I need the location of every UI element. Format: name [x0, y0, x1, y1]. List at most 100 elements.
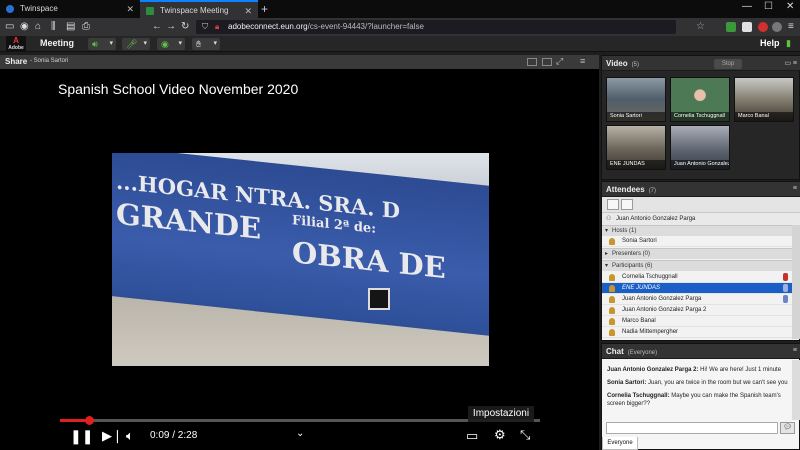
adobe-logo: A Adobe	[6, 36, 26, 52]
webcam-tile[interactable]: ENE JUNDAS	[606, 125, 666, 170]
chat-tab-everyone[interactable]: Everyone	[602, 437, 638, 450]
maximize-icon[interactable]: ☐	[764, 1, 773, 12]
url-path: /cs-event-94443/?launcher=false	[307, 22, 424, 31]
chat-send-button[interactable]: 💬︎	[780, 422, 795, 434]
url-bar[interactable]: ⛉ 🔒︎ adobeconnect.eun.org/cs-event-94443…	[196, 20, 676, 34]
attendee-row[interactable]: Sonia Sartori	[602, 236, 792, 247]
share-fit-icon[interactable]	[542, 58, 552, 66]
list-view-icon[interactable]	[607, 199, 619, 210]
menu-icon[interactable]: ≡	[788, 20, 794, 34]
close-tab-icon[interactable]: ✕	[126, 0, 134, 18]
exit-fullscreen-icon[interactable]: ⤡	[520, 428, 530, 442]
tab-twinspace-meeting[interactable]: Twinspace Meeting %2394443 ✕	[140, 0, 258, 33]
share-layout-icon[interactable]	[527, 58, 537, 66]
attendees-pod: Attendees (7) ≡ ⚇ Juan Antonio Gonzalez P…	[601, 181, 800, 341]
help-menu[interactable]: Help	[760, 38, 780, 48]
shield-icon: ⛉	[202, 22, 208, 31]
attendee-name: Marco Banal	[622, 318, 656, 324]
pod-menu-icon[interactable]: ≡	[793, 185, 797, 192]
participant-icon	[609, 307, 615, 314]
attendee-name: Juan Antonio Gonzalez Parga	[622, 296, 702, 302]
stop-video-button[interactable]: Stop	[714, 59, 742, 69]
new-tab-icon[interactable]: +	[261, 2, 268, 16]
connection-status-icon: ▮	[786, 38, 791, 48]
video-progress-handle[interactable]	[85, 416, 95, 425]
chevron-down-icon[interactable]: ⌄	[296, 427, 304, 441]
chat-message: Sonia Sartori: Juan, you are twice in th…	[607, 380, 788, 386]
attendee-row[interactable]: Juan Antonio Gonzalez Parga	[602, 294, 792, 305]
user-icon: ⚇	[606, 216, 612, 222]
settings-tooltip: Impostazioni	[468, 406, 534, 422]
extension-grey-icon[interactable]	[742, 22, 752, 32]
tab-list-icon[interactable]: ▭	[5, 20, 14, 34]
webcam-tile[interactable]: Juan Antonio Gonzalez	[670, 125, 730, 170]
hosts-section-label: Hosts (1)	[612, 228, 637, 234]
pod-menu-icon[interactable]: ▭ ≡	[784, 59, 797, 67]
reload-icon[interactable]: ↻	[181, 20, 189, 34]
forward-icon[interactable]: →	[166, 20, 176, 34]
raise-hand-button[interactable]: ✋︎ ▾	[192, 38, 220, 50]
chat-message: Juan Antonio Gonzalez Parga 2: Hi! We ar…	[607, 367, 782, 373]
print-icon[interactable]: ⎙	[82, 20, 90, 34]
window-close-icon[interactable]: ✕	[786, 1, 794, 12]
volume-icon[interactable]: 🔈︎	[126, 429, 134, 443]
attendee-row[interactable]: ENE JUNDAS	[602, 283, 792, 294]
chevron-right-icon: ▸	[605, 251, 609, 257]
attendees-scrollbar[interactable]	[792, 225, 800, 339]
library-icon[interactable]: ⫼	[51, 20, 56, 34]
webcam-tile[interactable]: Cornelia Tschuggnall	[670, 77, 730, 122]
chat-scrollbar[interactable]	[792, 360, 800, 420]
sort-icon[interactable]	[621, 199, 633, 210]
attendee-row[interactable]: Nadia Mittempergher	[602, 327, 792, 338]
video-frame[interactable]: ...HOGAR NTRA. SRA. D GRANDE Filial 2ª d…	[112, 153, 489, 366]
fullscreen-icon[interactable]: ⤢	[556, 56, 563, 67]
extension-green-icon[interactable]	[726, 22, 736, 32]
video-title: Spanish School Video November 2020	[58, 81, 299, 97]
speaker-icon: 🔊︎	[92, 39, 98, 49]
hosts-section[interactable]: ▾ Hosts (1)	[602, 225, 792, 236]
minimize-icon[interactable]: —	[742, 1, 752, 12]
chat-pod-header: Chat (Everyone) ≡	[602, 344, 800, 359]
webcam-tile[interactable]: Sonia Sartori	[606, 77, 666, 122]
attendees-pod-header: Attendees (7) ≡	[602, 182, 800, 197]
settings-gear-icon[interactable]: ⚙	[494, 428, 506, 442]
participants-section[interactable]: ▾ Participants (6)	[602, 260, 792, 271]
account-icon[interactable]: ◉	[20, 20, 29, 34]
tab-twinspace[interactable]: Twinspace ✕	[0, 0, 140, 18]
attendee-row[interactable]: Juan Antonio Gonzalez Parga 2	[602, 305, 792, 316]
chat-pod: Chat (Everyone) ≡ Juan Antonio Gonzalez P…	[601, 343, 800, 450]
participant-icon	[609, 296, 615, 303]
extension-circle-icon[interactable]	[772, 22, 782, 32]
webcam-name: Sonia Sartori	[607, 112, 665, 121]
attendee-name: Juan Antonio Gonzalez Parga 2	[622, 307, 707, 313]
speech-bubble-icon: 💬︎	[783, 424, 792, 431]
attendees-pod-title: Attendees (7)	[606, 185, 657, 194]
pod-menu-icon[interactable]: ≡	[793, 347, 797, 354]
webcam-button[interactable]: ◉ ▾	[157, 38, 185, 50]
reader-icon[interactable]: ▤	[66, 20, 75, 34]
microphone-button[interactable]: 🎤︎ ▾	[122, 38, 150, 50]
insecure-lock-icon: 🔒︎	[215, 22, 220, 31]
meeting-menu[interactable]: Meeting	[40, 38, 74, 48]
chevron-down-icon: ▾	[143, 40, 147, 47]
attendee-row[interactable]: Cornelia Tschuggnall	[602, 272, 792, 283]
presenters-section-label: Presenters (0)	[612, 251, 651, 257]
next-icon[interactable]: ▶❘	[102, 429, 123, 443]
current-user-row[interactable]: ⚇ Juan Antonio Gonzalez Parga	[602, 213, 800, 225]
video-pod: Video (5) Stop ▭ ≡ Sonia Sartori Cornelia…	[601, 55, 800, 180]
subtitles-icon[interactable]: ▭	[466, 429, 478, 443]
webcam-tile[interactable]: Marco Banal	[734, 77, 794, 122]
presenters-section[interactable]: ▸ Presenters (0)	[602, 248, 792, 259]
speaker-button[interactable]: 🔊︎ ▾	[88, 38, 116, 50]
pod-menu-icon[interactable]: ≡	[580, 56, 585, 66]
ublock-icon[interactable]	[758, 22, 768, 32]
microphone-icon: 🎤︎	[126, 39, 138, 49]
wall-lamp	[368, 288, 390, 310]
pause-icon[interactable]: ❚❚	[70, 429, 93, 443]
bookmark-star-icon[interactable]: ☆	[696, 20, 705, 34]
attendee-row[interactable]: Marco Banal	[602, 316, 792, 327]
home-icon[interactable]: ⌂	[35, 20, 41, 34]
chat-input[interactable]	[606, 422, 778, 434]
video-timecode: 0:09 / 2:28	[150, 430, 198, 441]
back-icon[interactable]: ←	[152, 20, 162, 34]
